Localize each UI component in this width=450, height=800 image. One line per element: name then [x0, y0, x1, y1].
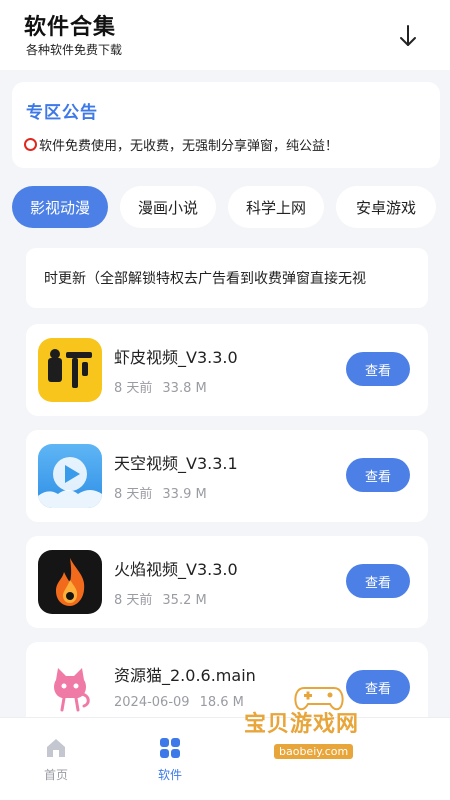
tab-film-anime[interactable]: 影视动漫: [12, 186, 108, 228]
app-name: 火焰视频_V3.3.0: [114, 560, 238, 579]
grid-icon: [160, 738, 180, 758]
page-title: 软件合集: [24, 15, 117, 40]
watermark-url: baobeiy.com: [274, 744, 354, 759]
page-subtitle: 各种软件免费下载: [26, 43, 123, 57]
app-date: 2024-06-09: [114, 695, 190, 710]
category-tabs: 影视动漫 漫画小说 科学上网 安卓游戏: [12, 186, 450, 230]
app-meta: 8 天前 33.9 M: [114, 483, 207, 502]
view-button[interactable]: 查看: [346, 458, 410, 492]
shrimp-video-icon: [38, 338, 102, 402]
nav-item-home[interactable]: 首页: [21, 736, 91, 786]
announcement-card: 专区公告 软件免费使用，无收费，无强制分享弹窗，纯公益！: [12, 82, 440, 168]
view-button[interactable]: 查看: [346, 564, 410, 598]
scrolling-notice-text: 时更新（全部解锁特权去广告看到收费弹窗直接无视: [44, 271, 366, 287]
app-date: 8 天前: [114, 487, 153, 502]
app-name: 天空视频_V3.3.1: [114, 454, 238, 473]
app-meta: 8 天前 35.2 M: [114, 589, 207, 608]
announcement-text: 软件免费使用，无收费，无强制分享弹窗，纯公益！: [39, 139, 339, 154]
app-card[interactable]: 火焰视频_V3.3.0 8 天前 35.2 M 查看: [26, 536, 428, 628]
sky-video-icon: [38, 444, 102, 508]
scrolling-notice: 时更新（全部解锁特权去广告看到收费弹窗直接无视: [26, 248, 428, 308]
watermark-text: 宝贝游戏网: [244, 712, 360, 737]
app-size: 33.9 M: [162, 487, 207, 502]
app-card[interactable]: 虾皮视频_V3.3.0 8 天前 33.8 M 查看: [26, 324, 428, 416]
watermark: 宝贝游戏网 baobeiy.com: [234, 682, 434, 782]
app-meta: 8 天前 33.8 M: [114, 377, 207, 396]
app-date: 8 天前: [114, 381, 153, 396]
download-button[interactable]: [396, 23, 420, 49]
red-circle-icon: [24, 138, 37, 151]
tab-comics-novels[interactable]: 漫画小说: [120, 186, 216, 228]
announcement-text-row: 软件免费使用，无收费，无强制分享弹窗，纯公益！: [24, 135, 338, 154]
app-name: 虾皮视频_V3.3.0: [114, 348, 238, 367]
app-size: 35.2 M: [162, 593, 207, 608]
tab-android-games[interactable]: 安卓游戏: [336, 186, 436, 228]
tab-vpn[interactable]: 科学上网: [228, 186, 324, 228]
nav-label-home: 首页: [43, 768, 68, 782]
announcement-title: 专区公告: [26, 103, 98, 123]
app-size: 33.8 M: [162, 381, 207, 396]
app-header: 软件合集 各种软件免费下载: [0, 0, 450, 70]
resource-cat-icon: [38, 656, 102, 720]
home-icon: [47, 739, 65, 757]
app-card[interactable]: 天空视频_V3.3.1 8 天前 33.9 M 查看: [26, 430, 428, 522]
app-date: 8 天前: [114, 593, 153, 608]
arrow-down-icon: [400, 25, 416, 46]
flame-video-icon: [38, 550, 102, 614]
view-button[interactable]: 查看: [346, 352, 410, 386]
app-meta: 2024-06-09 18.6 M: [114, 695, 244, 710]
nav-label-software: 软件: [157, 768, 182, 782]
nav-item-software[interactable]: 软件: [135, 736, 205, 786]
